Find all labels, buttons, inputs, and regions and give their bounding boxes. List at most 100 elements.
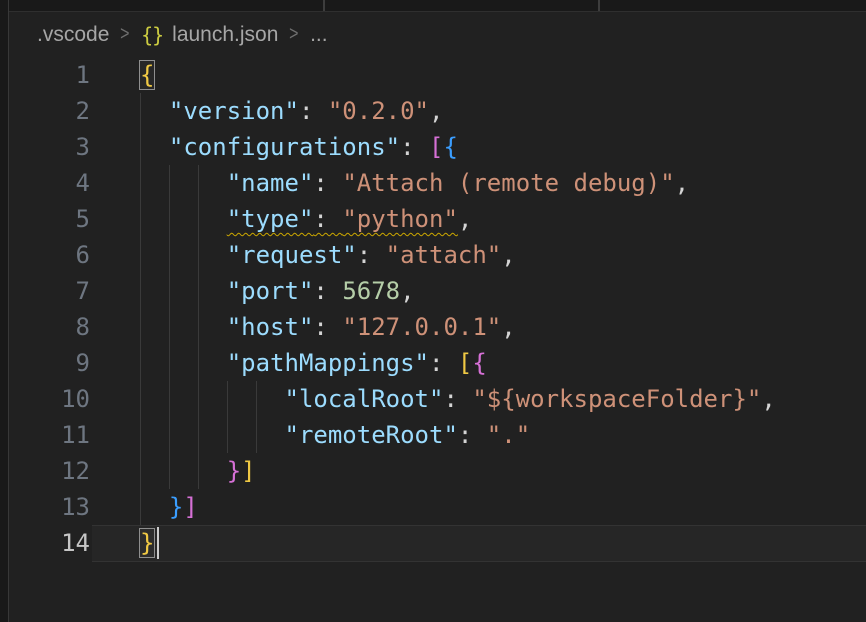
tab-divider: [598, 0, 600, 11]
line-number[interactable]: 7: [10, 273, 90, 309]
token: [: [458, 349, 472, 377]
token: [140, 97, 169, 125]
code-text: }: [90, 525, 154, 561]
code-text: "configurations": [{: [90, 129, 458, 165]
line-number[interactable]: 12: [10, 453, 90, 489]
token: "name": [227, 169, 314, 197]
tab-divider: [323, 0, 325, 11]
code-line[interactable]: 2 "version": "0.2.0",: [10, 93, 866, 129]
chevron-right-icon: >: [121, 23, 130, 46]
code-line[interactable]: 10 "localRoot": "${workspaceFolder}",: [10, 381, 866, 417]
matched-bracket: }: [140, 529, 154, 557]
line-number[interactable]: 14: [10, 525, 90, 561]
token: :: [458, 421, 487, 449]
code-line[interactable]: 14}: [10, 525, 866, 561]
token: ,: [761, 385, 775, 413]
token: }: [169, 493, 183, 521]
code-line[interactable]: 1{: [10, 57, 866, 93]
token: ,: [501, 313, 515, 341]
token: [140, 169, 227, 197]
token: "host": [227, 313, 314, 341]
code-line[interactable]: 13 }]: [10, 489, 866, 525]
token: :: [429, 349, 458, 377]
code-text: "request": "attach",: [90, 237, 516, 273]
token: [140, 241, 227, 269]
token: ,: [675, 169, 689, 197]
token: [140, 133, 169, 161]
line-number[interactable]: 11: [10, 417, 90, 453]
token: 5678: [342, 277, 400, 305]
code-line[interactable]: 11 "remoteRoot": ".": [10, 417, 866, 453]
line-number[interactable]: 6: [10, 237, 90, 273]
code-line[interactable]: 8 "host": "127.0.0.1",: [10, 309, 866, 345]
code-text: }]: [90, 453, 256, 489]
code-line[interactable]: 6 "request": "attach",: [10, 237, 866, 273]
line-number[interactable]: 2: [10, 93, 90, 129]
token: :: [313, 169, 342, 197]
code-text: {: [90, 57, 154, 93]
code-editor[interactable]: 1{2 "version": "0.2.0",3 "configurations…: [10, 57, 866, 622]
code-line[interactable]: 7 "port": 5678,: [10, 273, 866, 309]
breadcrumb-folder[interactable]: .vscode: [37, 23, 109, 47]
code-lines: 1{2 "version": "0.2.0",3 "configurations…: [10, 57, 866, 561]
code-line[interactable]: 3 "configurations": [{: [10, 129, 866, 165]
token: "request": [227, 241, 357, 269]
code-text: "localRoot": "${workspaceFolder}",: [90, 381, 776, 417]
token: :: [400, 133, 429, 161]
line-number[interactable]: 10: [10, 381, 90, 417]
token: :: [443, 385, 472, 413]
token: ,: [400, 277, 414, 305]
breadcrumb-symbol-path[interactable]: ...: [310, 23, 328, 47]
token: [140, 277, 227, 305]
token: ]: [183, 493, 197, 521]
token: ,: [429, 97, 443, 125]
line-number[interactable]: 4: [10, 165, 90, 201]
line-number[interactable]: 5: [10, 201, 90, 237]
code-text: "host": "127.0.0.1",: [90, 309, 516, 345]
token: "127.0.0.1": [342, 313, 501, 341]
code-text: "port": 5678,: [90, 273, 415, 309]
token: "localRoot": [285, 385, 444, 413]
token: [140, 205, 227, 233]
line-number[interactable]: 1: [10, 57, 90, 93]
token: }: [227, 457, 241, 485]
token: "type": [227, 205, 314, 233]
code-line[interactable]: 12 }]: [10, 453, 866, 489]
token: ".": [487, 421, 530, 449]
token: "Attach (remote debug)": [342, 169, 674, 197]
token: "0.2.0": [328, 97, 429, 125]
json-braces-icon: {}: [141, 23, 163, 47]
code-line[interactable]: 4 "name": "Attach (remote debug)",: [10, 165, 866, 201]
token: "python": [342, 205, 458, 233]
code-line[interactable]: 9 "pathMappings": [{: [10, 345, 866, 381]
code-text: }]: [90, 489, 198, 525]
line-number[interactable]: 13: [10, 489, 90, 525]
code-text: "version": "0.2.0",: [90, 93, 443, 129]
token: :: [357, 241, 386, 269]
token: [140, 493, 169, 521]
token: "version": [169, 97, 299, 125]
breadcrumb-file[interactable]: launch.json: [172, 23, 278, 47]
breadcrumb: .vscode > {} launch.json > ...: [10, 12, 866, 57]
line-number[interactable]: 3: [10, 129, 90, 165]
code-text: "pathMappings": [{: [90, 345, 487, 381]
matched-bracket: {: [140, 61, 154, 89]
token: [140, 457, 227, 485]
token: [140, 349, 227, 377]
tab-bar-edge: [0, 0, 866, 12]
token: [140, 421, 285, 449]
line-number[interactable]: 9: [10, 345, 90, 381]
code-text: "name": "Attach (remote debug)",: [90, 165, 689, 201]
sidebar-edge: [0, 0, 9, 622]
text-cursor: [157, 527, 159, 559]
line-number[interactable]: 8: [10, 309, 90, 345]
token: :: [299, 97, 328, 125]
code-text: "remoteRoot": ".": [90, 417, 530, 453]
token: "${workspaceFolder}": [472, 385, 761, 413]
token: ]: [241, 457, 255, 485]
token: {: [472, 349, 486, 377]
token: :: [313, 205, 342, 233]
chevron-right-icon: >: [290, 23, 299, 46]
token: ,: [501, 241, 515, 269]
code-line[interactable]: 5 "type": "python",: [10, 201, 866, 237]
